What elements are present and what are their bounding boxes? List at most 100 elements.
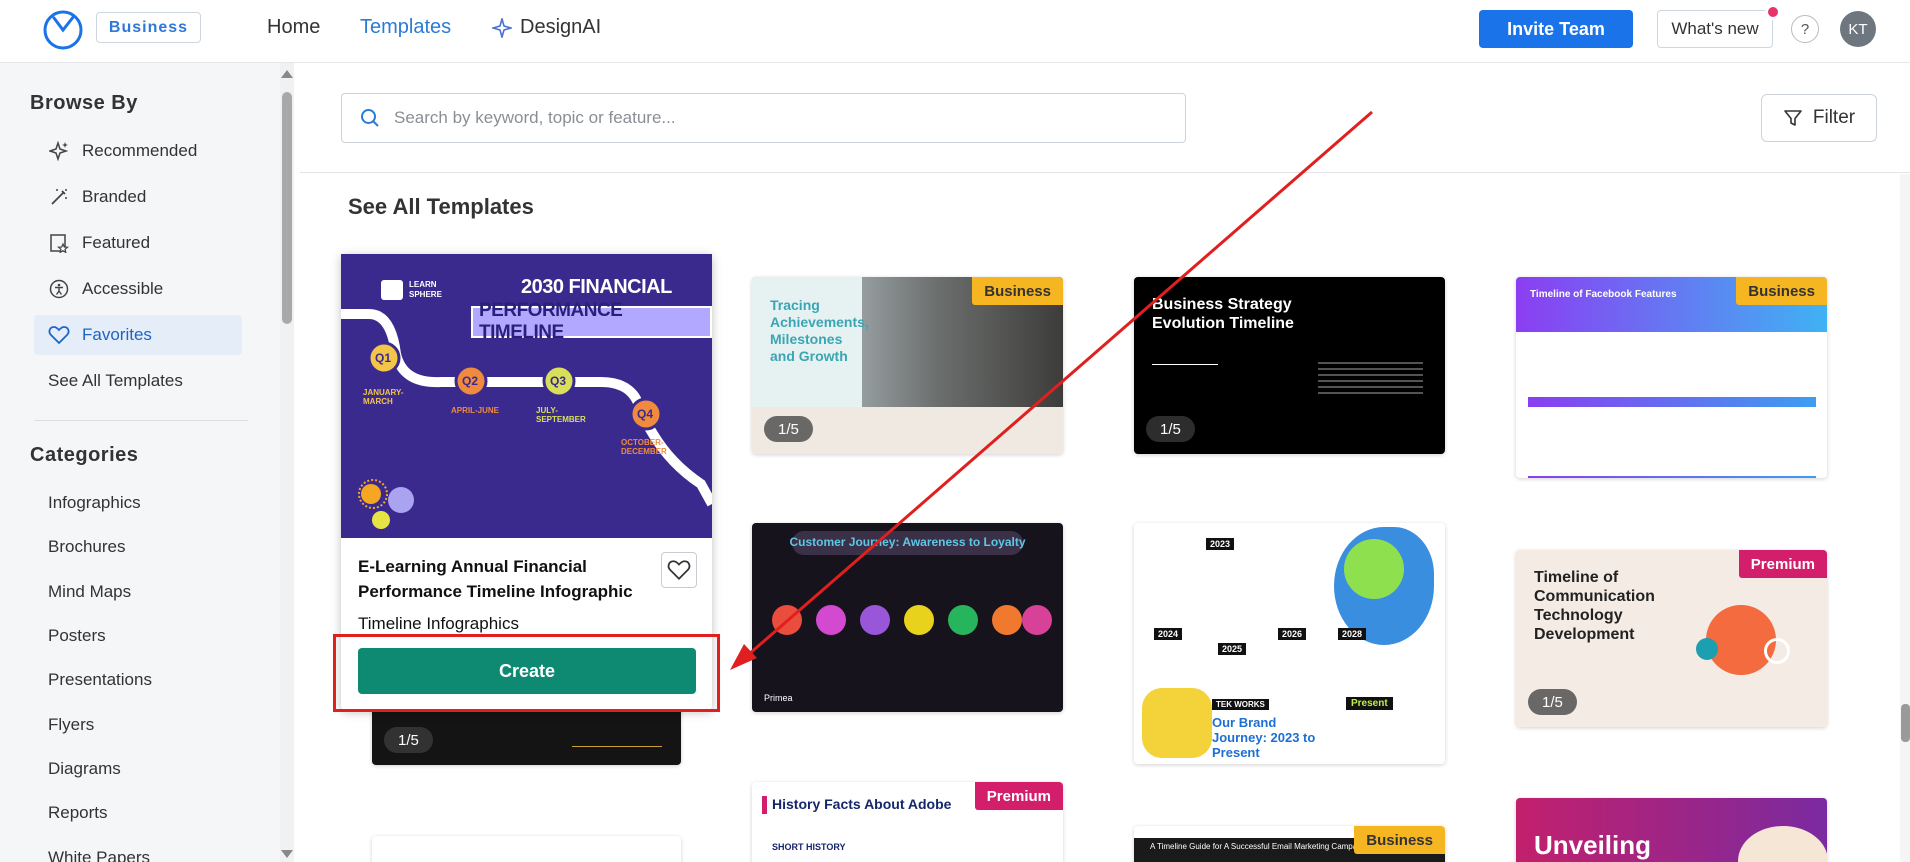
- template-card-unveiling[interactable]: Unveiling: [1516, 798, 1827, 862]
- premium-badge: Premium: [1738, 550, 1827, 578]
- card-title: Tracing Achievements, Milestones and Gro…: [770, 297, 869, 364]
- sparkle-icon: [48, 140, 70, 162]
- help-button[interactable]: ?: [1791, 15, 1819, 43]
- heart-icon: [667, 560, 691, 580]
- scroll-down-icon[interactable]: [281, 850, 293, 858]
- template-card-customer-journey[interactable]: Customer Journey: Awareness to Loyalty P…: [752, 523, 1063, 712]
- page-count-pill: 1/5: [384, 727, 433, 753]
- template-card-email-marketing[interactable]: A Timeline Guide for A Successful Email …: [1134, 826, 1445, 862]
- category-infographics[interactable]: Infographics: [48, 493, 141, 513]
- search-input[interactable]: [394, 108, 1154, 128]
- template-card-tracing-achievements[interactable]: Tracing Achievements, Milestones and Gro…: [752, 277, 1063, 454]
- sidebar-item-accessible[interactable]: Accessible: [34, 269, 242, 309]
- premium-badge: Premium: [974, 782, 1063, 810]
- quarter-label: Q3: [550, 374, 567, 388]
- business-plan-badge: Business: [96, 12, 201, 43]
- accessibility-icon: [48, 278, 70, 300]
- sidebar-item-branded[interactable]: Branded: [34, 177, 242, 217]
- present-label: Present: [1346, 697, 1393, 710]
- sparkle-icon: [492, 17, 512, 38]
- sidebar-item-label: Accessible: [82, 279, 164, 298]
- nav-designai[interactable]: DesignAI: [492, 16, 601, 39]
- scroll-up-icon[interactable]: [281, 70, 293, 78]
- filter-button[interactable]: Filter: [1761, 94, 1877, 142]
- sidebar-item-recommended[interactable]: Recommended: [34, 131, 242, 171]
- search-box[interactable]: [341, 93, 1186, 143]
- sidebar-item-featured[interactable]: Featured: [34, 223, 242, 263]
- template-card-facebook-features[interactable]: Timeline of Facebook Features Business: [1516, 277, 1827, 478]
- main-scrollbar[interactable]: [1900, 174, 1910, 862]
- annotation-highlight-box: [333, 634, 720, 712]
- sidebar-item-favorites[interactable]: Favorites: [34, 315, 242, 355]
- nav-home[interactable]: Home: [267, 16, 320, 39]
- page-count-pill: 1/5: [764, 416, 813, 442]
- sidebar-item-label: Branded: [82, 187, 147, 206]
- year-label: 2024: [1154, 628, 1183, 640]
- avatar[interactable]: KT: [1840, 11, 1876, 47]
- sidebar-scroll-thumb[interactable]: [282, 92, 292, 324]
- year-label: 2028: [1338, 628, 1367, 640]
- card-title: Timeline of Communication Technology Dev…: [1534, 569, 1655, 643]
- sidebar-item-label: See All Templates: [48, 371, 183, 390]
- search-region: Filter: [300, 63, 1910, 173]
- whats-new-button[interactable]: What's new: [1657, 10, 1773, 48]
- sidebar-item-label: Favorites: [82, 325, 152, 344]
- template-card-business-strategy[interactable]: Business Strategy Evolution Timeline 1/5: [1134, 277, 1445, 454]
- template-card-communication-technology[interactable]: Timeline of Communication Technology Dev…: [1516, 550, 1827, 727]
- nav-templates[interactable]: Templates: [360, 16, 451, 39]
- quarter-label: Q1: [375, 351, 392, 365]
- category-white-papers[interactable]: White Papers: [48, 848, 150, 862]
- page-count-pill: 1/5: [1528, 689, 1577, 715]
- favorite-button[interactable]: [661, 552, 697, 588]
- sidebar-divider: [34, 420, 248, 421]
- featured-template-preview[interactable]: LEARN SPHERE 2030 FINANCIAL PERFORMANCE …: [341, 254, 712, 538]
- business-badge: Business: [1354, 826, 1445, 854]
- business-badge: Business: [972, 277, 1063, 305]
- year-label: 2025: [1218, 643, 1247, 655]
- period-label: JULY-SEPTEMBER: [536, 406, 586, 424]
- category-flyers[interactable]: Flyers: [48, 715, 94, 735]
- sidebar-item-label: Recommended: [82, 141, 198, 160]
- card-title: Unveiling: [1534, 830, 1652, 860]
- search-icon: [361, 109, 379, 127]
- invite-team-button[interactable]: Invite Team: [1479, 10, 1633, 48]
- category-presentations[interactable]: Presentations: [48, 670, 152, 690]
- year-label: 2023: [1206, 538, 1235, 550]
- filter-icon: [1784, 110, 1802, 126]
- categories-heading: Categories: [30, 444, 139, 466]
- template-card-adobe-history[interactable]: History Facts About Adobe SHORT HISTORY …: [752, 782, 1063, 862]
- template-card-row3-1[interactable]: [372, 836, 681, 862]
- period-label: OCTOBER-DECEMBER: [621, 438, 667, 456]
- category-posters[interactable]: Posters: [48, 626, 106, 646]
- browse-by-heading: Browse By: [30, 92, 138, 114]
- category-reports[interactable]: Reports: [48, 803, 108, 823]
- business-badge: Business: [1736, 277, 1827, 305]
- period-label: JANUARY-MARCH: [363, 388, 404, 406]
- category-brochures[interactable]: Brochures: [48, 537, 125, 557]
- filter-label: Filter: [1812, 107, 1856, 128]
- preview-brand: LEARN SPHERE: [409, 280, 442, 299]
- card-brand: TEK WORKS: [1212, 699, 1269, 710]
- notification-dot: [1765, 4, 1781, 20]
- template-card-brand-journey[interactable]: 2023 2024 2025 2026 2028 TEK WORKS Our B…: [1134, 523, 1445, 764]
- preview-title-line-1: 2030 FINANCIAL: [521, 276, 672, 298]
- card-subtitle: SHORT HISTORY: [772, 842, 846, 852]
- featured-template-category[interactable]: Timeline Infographics: [358, 614, 519, 634]
- nav-designai-label: DesignAI: [520, 16, 602, 38]
- featured-star-icon: [48, 232, 70, 254]
- sidebar-item-see-all-templates[interactable]: See All Templates: [34, 361, 242, 401]
- card-title: Customer Journey: Awareness to Loyalty: [789, 535, 1026, 549]
- featured-template-title: E-Learning Annual Financial Performance …: [358, 557, 633, 601]
- card-footer: Primea: [764, 693, 793, 703]
- category-mind-maps[interactable]: Mind Maps: [48, 582, 131, 602]
- category-diagrams[interactable]: Diagrams: [48, 759, 121, 779]
- preview-title-line-2: PERFORMANCE TIMELINE: [471, 300, 712, 343]
- sidebar-item-label: Featured: [82, 233, 151, 252]
- card-title: Our Brand Journey: 2023 to Present: [1212, 715, 1316, 760]
- brand-logo-icon: [381, 280, 403, 300]
- main-scroll-thumb[interactable]: [1901, 704, 1910, 742]
- logo-icon[interactable]: [42, 8, 84, 50]
- card-title: Business Strategy Evolution Timeline: [1152, 296, 1294, 332]
- quarter-label: Q2: [462, 374, 479, 388]
- section-title: See All Templates: [348, 194, 534, 219]
